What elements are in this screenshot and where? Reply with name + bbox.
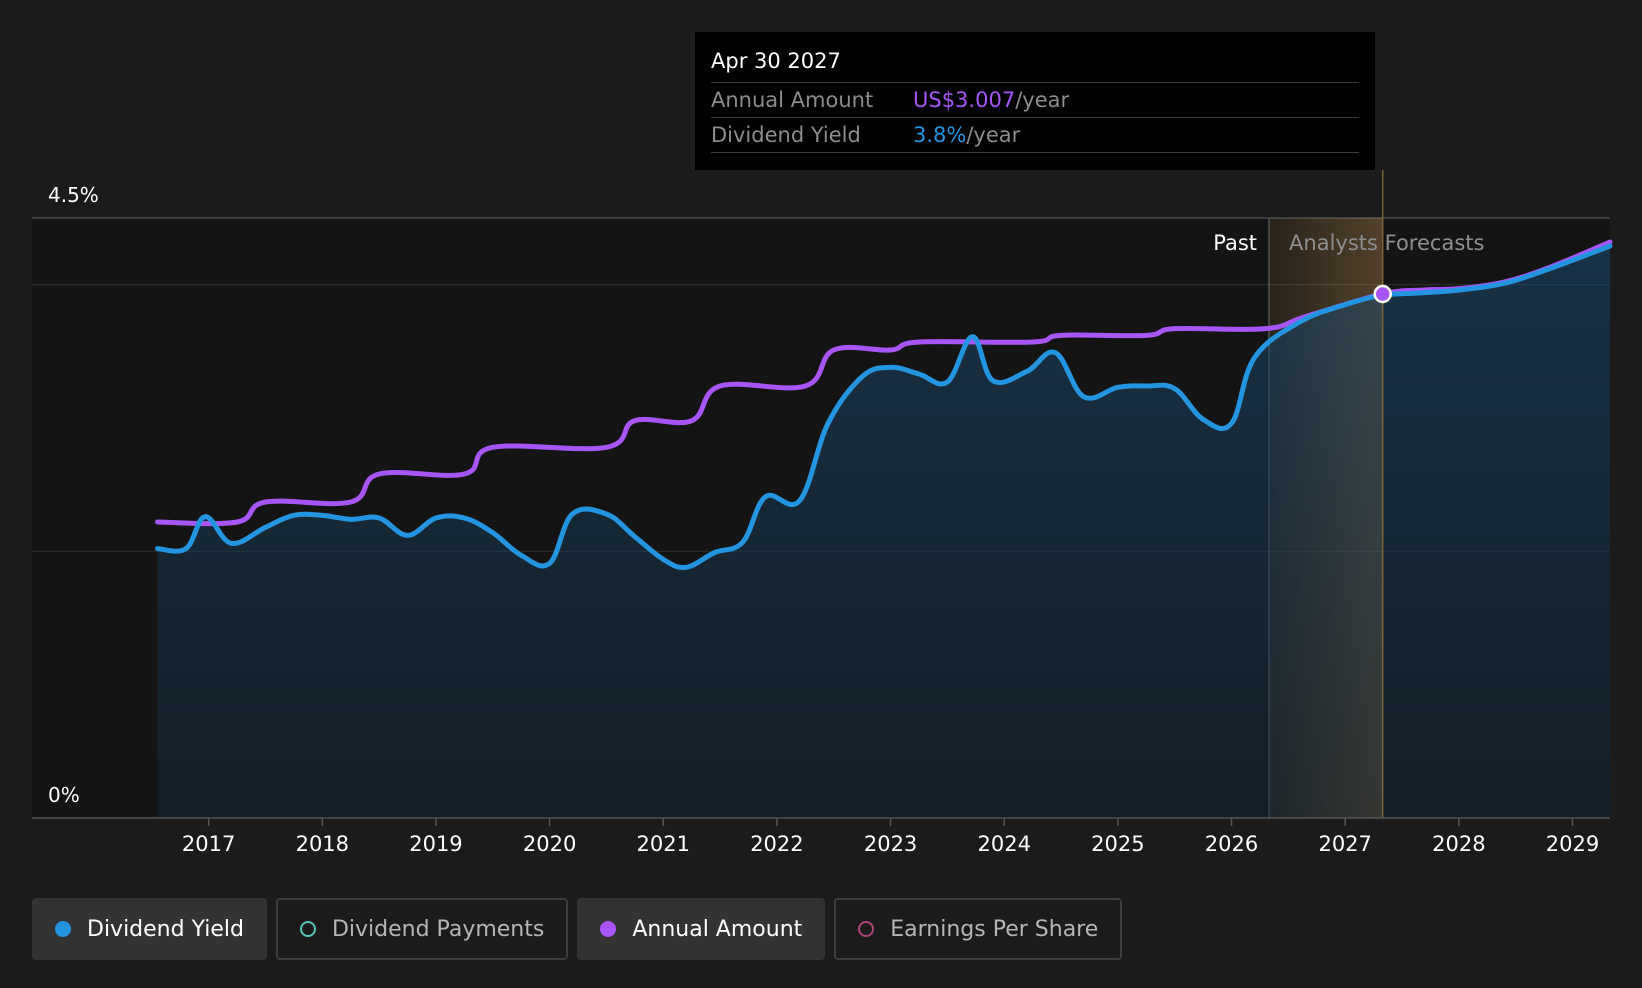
- tooltip-unit: /year: [1015, 88, 1070, 112]
- legend-item-earnings-per-share[interactable]: Earnings Per Share: [834, 898, 1123, 960]
- legend-dot-icon: [55, 921, 71, 937]
- legend-item-dividend-payments[interactable]: Dividend Payments: [275, 898, 569, 960]
- x-tick-label: 2022: [750, 832, 803, 856]
- tooltip-unit: /year: [966, 123, 1021, 147]
- x-tick-label: 2029: [1546, 832, 1599, 856]
- x-tick-label: 2020: [523, 832, 576, 856]
- legend-dot-icon: [299, 921, 316, 937]
- hover-marker[interactable]: [1373, 284, 1392, 304]
- legend-item-annual-amount[interactable]: Annual Amount: [577, 898, 826, 960]
- x-tick-label: 2018: [296, 832, 349, 856]
- legend-label: Annual Amount: [632, 916, 803, 942]
- legend-dot-icon: [858, 921, 875, 937]
- x-tick-label: 2026: [1205, 832, 1258, 856]
- x-tick-label: 2019: [409, 832, 462, 856]
- x-axis-ticks: 2017 2018 2019 2020 2021 2022 2023 2024 2025 2026…: [182, 818, 1599, 856]
- y-axis-bottom-label: 0%: [48, 783, 80, 807]
- past-label: Past: [1213, 231, 1257, 255]
- legend-item-dividend-yield[interactable]: Dividend Yield: [32, 898, 267, 960]
- tooltip-value: US$3.007: [913, 88, 1016, 112]
- legend-label: Earnings Per Share: [890, 916, 1099, 942]
- x-tick-label: 2023: [864, 832, 917, 856]
- tooltip-label: Annual Amount: [711, 88, 874, 112]
- tooltip-date: Apr 30 2027: [711, 46, 1359, 83]
- x-tick-label: 2028: [1432, 832, 1485, 856]
- y-axis-top-label: 4.5%: [48, 183, 99, 207]
- legend: Dividend Yield Dividend Payments Annual …: [32, 898, 1123, 960]
- analysts-forecasts-label: Analysts Forecasts: [1289, 231, 1484, 255]
- legend-dot-icon: [600, 921, 617, 937]
- tooltip: Apr 30 2027 Annual Amount US$3.007 /year…: [695, 32, 1375, 170]
- tooltip-label: Dividend Yield: [711, 123, 861, 147]
- tooltip-row-dividend-yield: Dividend Yield 3.8% /year: [711, 118, 1359, 153]
- tooltip-row-annual-amount: Annual Amount US$3.007 /year: [711, 83, 1359, 118]
- x-tick-label: 2017: [182, 832, 235, 856]
- x-tick-label: 2021: [637, 832, 690, 856]
- legend-label: Dividend Payments: [331, 916, 545, 942]
- legend-label: Dividend Yield: [87, 916, 244, 942]
- x-tick-label: 2025: [1091, 832, 1144, 856]
- tooltip-value: 3.8%: [913, 123, 967, 147]
- x-tick-label: 2027: [1318, 832, 1371, 856]
- x-tick-label: 2024: [978, 832, 1031, 856]
